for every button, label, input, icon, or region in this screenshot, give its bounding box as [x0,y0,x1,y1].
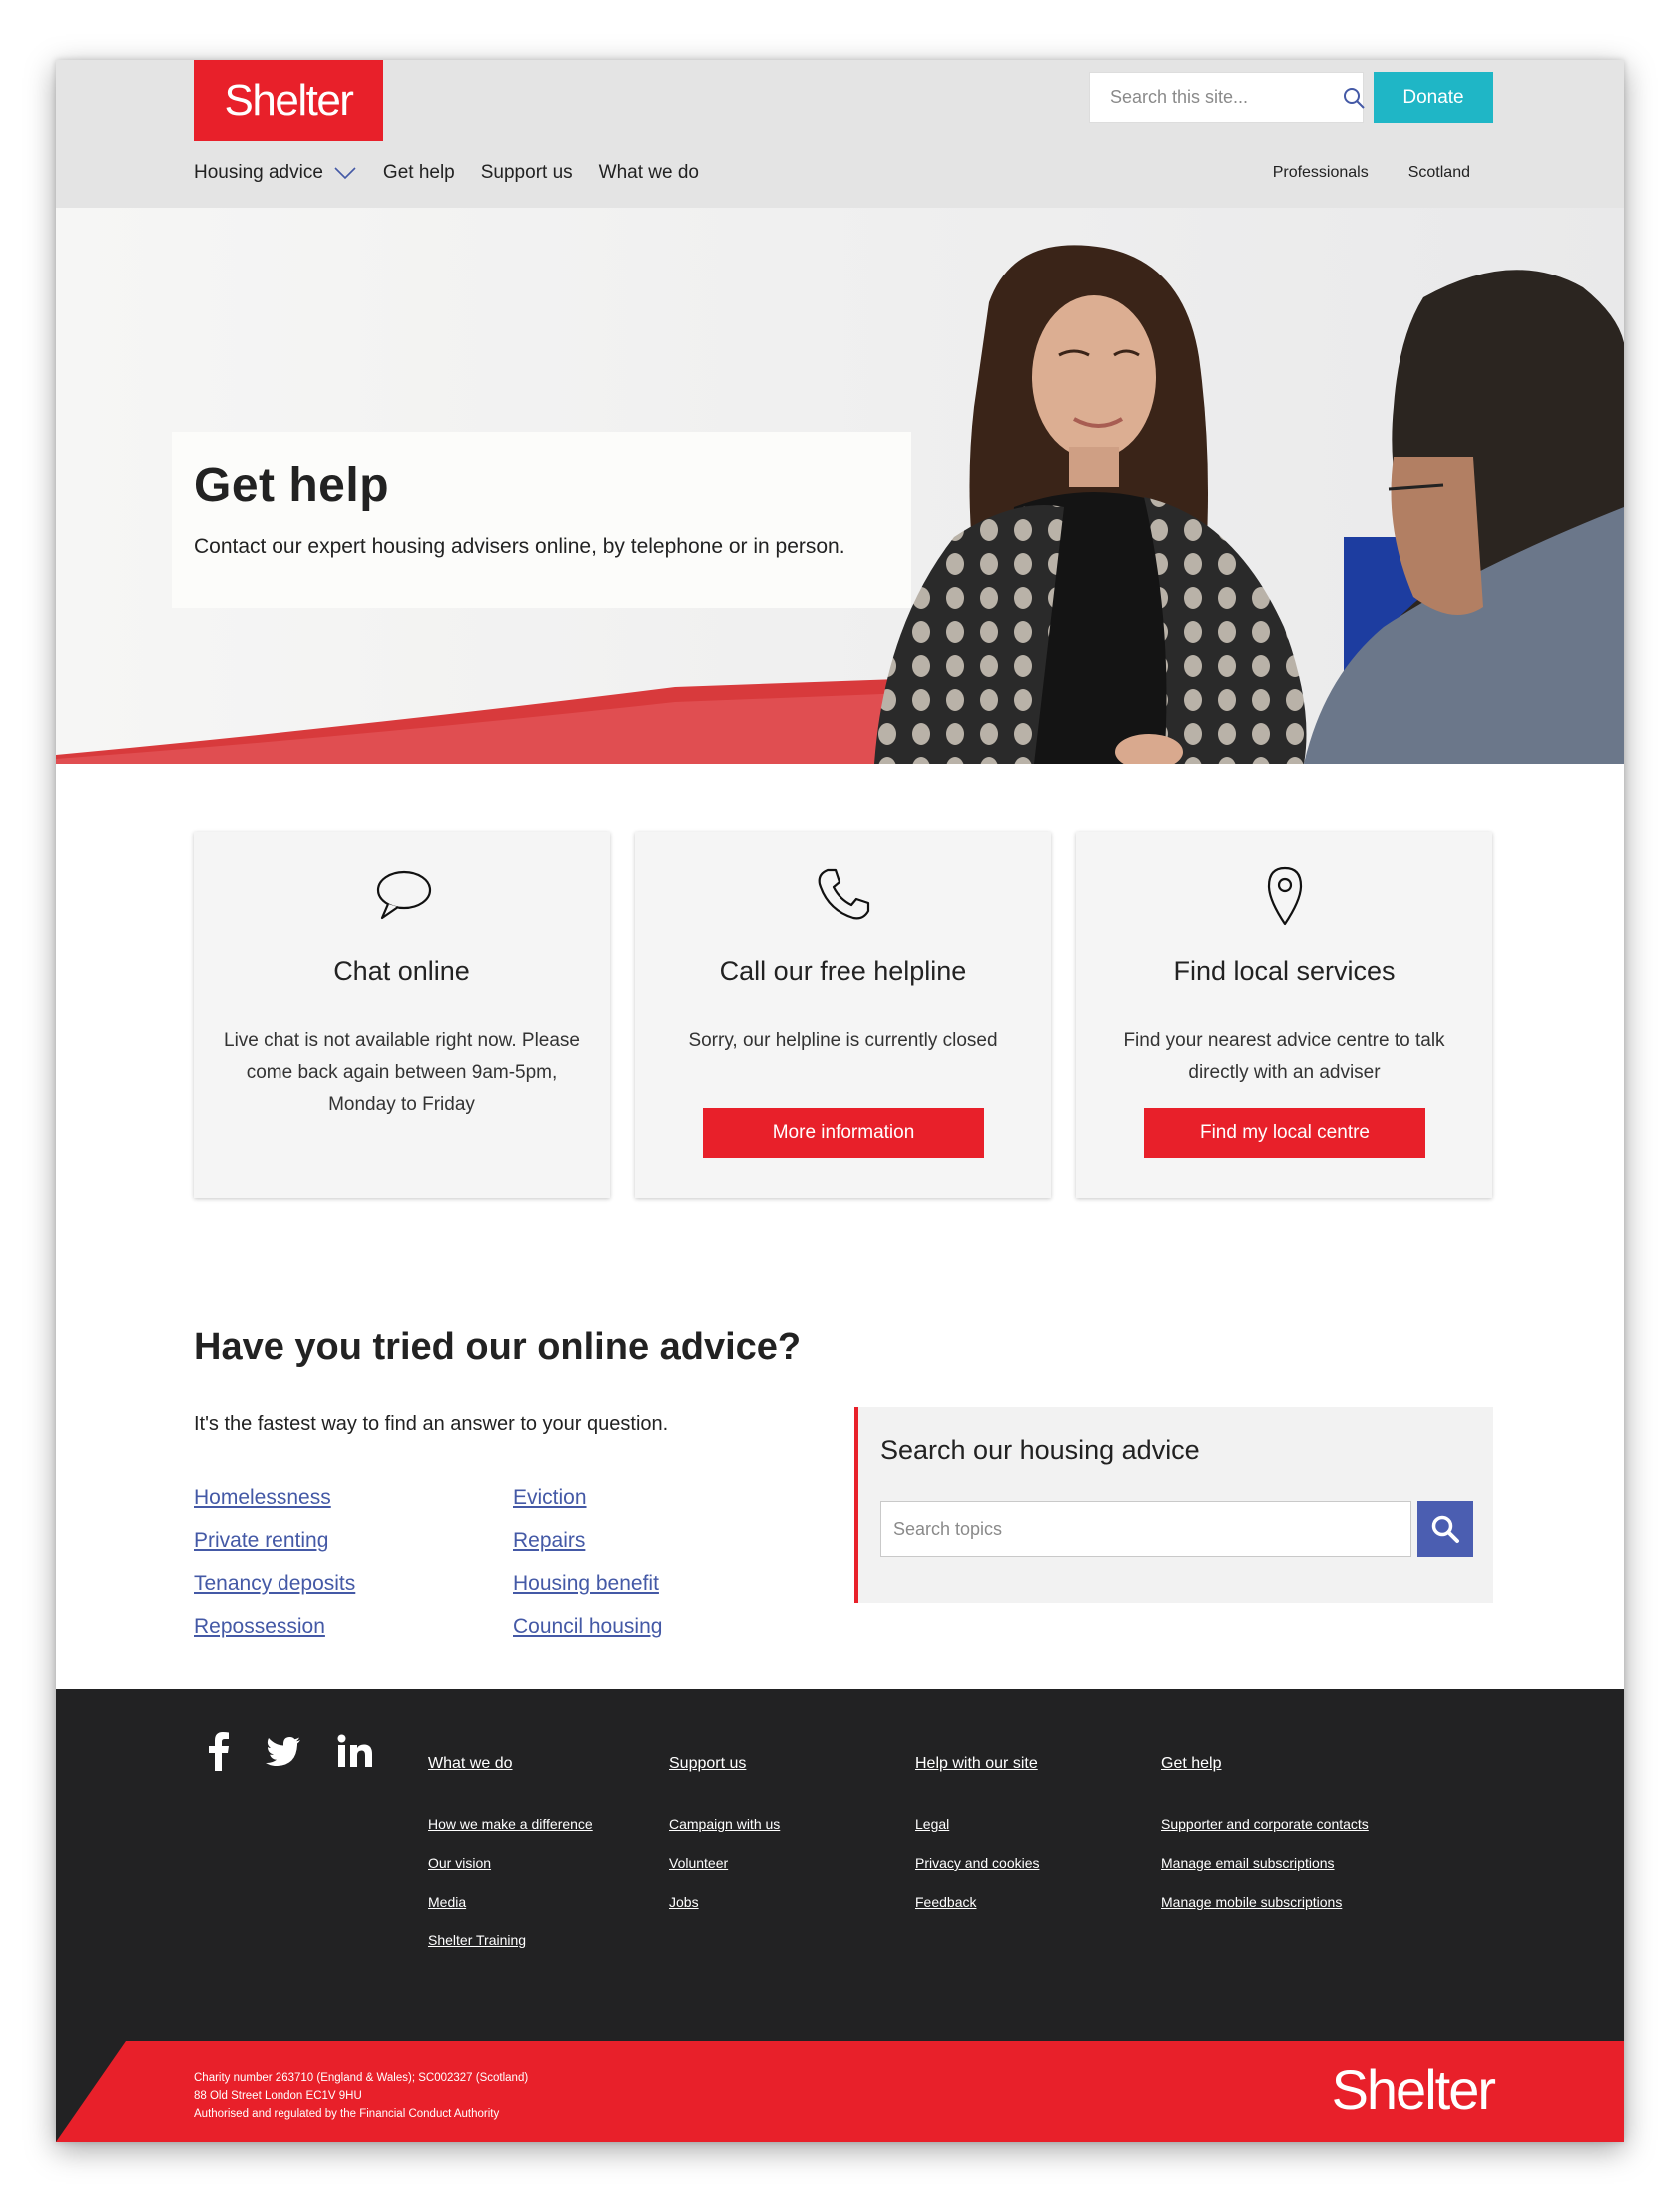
search-topics-button[interactable] [1417,1501,1473,1557]
footer-col-get-help: Get help Supporter and corporate contact… [1161,1755,1369,1931]
facebook-icon[interactable] [208,1731,230,1771]
social-links [208,1731,373,1771]
footer-link[interactable]: Campaign with us [669,1816,780,1832]
card-title: Find local services [1173,956,1396,986]
advice-links-col2: Eviction Repairs Housing benefit Council… [513,1487,662,1638]
legal-line: Authorised and regulated by the Financia… [194,2108,500,2120]
search-topics-input[interactable] [893,1518,1399,1540]
card-title: Chat online [333,956,470,986]
advice-link-council-housing[interactable]: Council housing [513,1616,662,1638]
card-title: Call our free helpline [719,956,967,986]
footer-col-what-we-do: What we do How we make a difference Our … [428,1755,593,1970]
nav-label: Support us [480,162,573,183]
main-nav: Housing advice Get help Support us What … [194,162,699,184]
footer-link[interactable]: Volunteer [669,1855,728,1871]
card-local-services: Find local services Find your nearest ad… [1076,832,1492,1198]
site-search [1089,72,1366,123]
footer-link[interactable]: Supporter and corporate contacts [1161,1816,1369,1832]
footer-legal-bar: Charity number 263710 (England & Wales);… [56,2041,1624,2142]
card-text: Live chat is not available right now. Pl… [224,1030,580,1115]
donate-button[interactable]: Donate [1374,72,1493,123]
footer-wedge [56,2041,126,2142]
search-icon [1431,1515,1459,1543]
hero-text-panel: Get help Contact our expert housing advi… [172,432,911,608]
footer-col-support-us: Support us Campaign with us Volunteer Jo… [669,1755,780,1931]
advice-link-eviction[interactable]: Eviction [513,1487,662,1509]
advice-link-housing-benefit[interactable]: Housing benefit [513,1573,662,1595]
footer-heading[interactable]: What we do [428,1755,593,1773]
search-icon[interactable] [1342,86,1366,110]
advice-link-private-renting[interactable]: Private renting [194,1530,355,1552]
nav-scotland[interactable]: Scotland [1408,164,1470,182]
nav-label: What we do [598,162,699,183]
footer-heading[interactable]: Help with our site [915,1755,1040,1773]
advice-link-repairs[interactable]: Repairs [513,1530,662,1552]
advice-link-repossession[interactable]: Repossession [194,1616,355,1638]
footer-link[interactable]: Jobs [669,1894,699,1910]
footer-link[interactable]: Feedback [915,1894,976,1910]
advice-subtitle: It's the fastest way to find an answer t… [194,1413,669,1435]
chevron-down-icon [334,167,356,180]
footer-link[interactable]: Privacy and cookies [915,1855,1040,1871]
footer-col-help-with-site: Help with our site Legal Privacy and coo… [915,1755,1040,1931]
nav-label: Get help [382,162,455,183]
shelter-logo[interactable]: Shelter [194,60,383,141]
more-information-button[interactable]: More information [703,1108,984,1158]
advice-links-col1: Homelessness Private renting Tenancy dep… [194,1487,355,1638]
nav-support-us[interactable]: Support us [481,162,573,184]
page-title: Get help [194,459,390,512]
search-box-title: Search our housing advice [880,1435,1200,1465]
page-frame: Shelter Donate Housing advice Get help S… [56,60,1624,2142]
nav-what-we-do[interactable]: What we do [599,162,699,184]
footer-link[interactable]: Manage mobile subscriptions [1161,1894,1342,1910]
nav-professionals[interactable]: Professionals [1273,164,1369,182]
footer-link[interactable]: Shelter Training [428,1932,526,1948]
site-search-input[interactable] [1110,87,1342,108]
footer-heading[interactable]: Get help [1161,1755,1369,1773]
footer-link[interactable]: Legal [915,1816,949,1832]
hero-banner: Get help Contact our expert housing advi… [56,208,1624,764]
footer-shelter-logo[interactable]: Shelter [1332,2057,1496,2122]
footer-heading[interactable]: Support us [669,1755,780,1773]
card-text: Sorry, our helpline is currently closed [688,1030,998,1051]
nav-label: Housing advice [194,162,323,183]
footer-link[interactable]: Our vision [428,1855,491,1871]
linkedin-icon[interactable] [337,1734,373,1768]
card-chat-online: Chat online Live chat is not available r… [194,832,610,1198]
search-topics-field [880,1501,1411,1557]
card-helpline: Call our free helpline Sorry, our helpli… [635,832,1051,1198]
secondary-nav: Professionals Scotland [1273,164,1470,182]
location-pin-icon [1076,864,1492,926]
contact-cards: Chat online Live chat is not available r… [194,832,1492,1198]
footer-link[interactable]: How we make a difference [428,1816,593,1832]
find-local-centre-button[interactable]: Find my local centre [1144,1108,1425,1158]
footer-link[interactable]: Manage email subscriptions [1161,1855,1335,1871]
chat-bubble-icon [194,864,610,924]
site-header: Shelter Donate Housing advice Get help S… [56,60,1624,208]
phone-icon [635,864,1051,924]
legal-text: Charity number 263710 (England & Wales);… [194,2069,528,2123]
twitter-icon[interactable] [266,1736,301,1766]
footer-link[interactable]: Media [428,1894,466,1910]
nav-housing-advice[interactable]: Housing advice [194,162,357,184]
advice-heading: Have you tried our online advice? [194,1326,802,1368]
advice-link-homelessness[interactable]: Homelessness [194,1487,355,1509]
legal-line: 88 Old Street London EC1V 9HU [194,2090,362,2102]
advice-link-tenancy-deposits[interactable]: Tenancy deposits [194,1573,355,1595]
legal-line: Charity number 263710 (England & Wales);… [194,2072,529,2084]
hero-subtitle: Contact our expert housing advisers onli… [194,535,845,558]
housing-advice-search: Search our housing advice [854,1407,1493,1603]
card-text: Find your nearest advice centre to talk … [1123,1030,1445,1083]
nav-get-help[interactable]: Get help [383,162,455,184]
